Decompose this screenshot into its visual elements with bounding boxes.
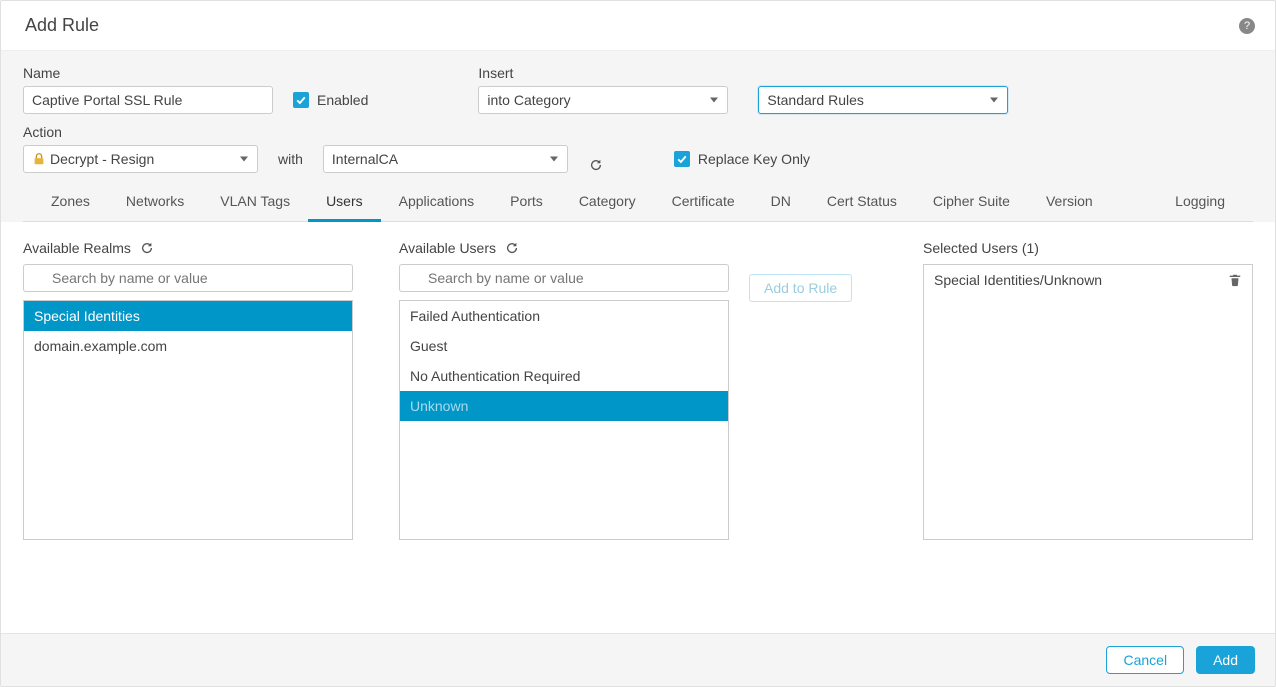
replace-key-label: Replace Key Only	[698, 151, 810, 167]
replace-key-checkbox[interactable]: Replace Key Only	[674, 145, 810, 173]
help-icon[interactable]: ?	[1239, 18, 1255, 34]
tab-applications[interactable]: Applications	[381, 183, 493, 221]
action-label: Action	[23, 124, 258, 140]
name-input[interactable]	[23, 86, 273, 114]
users-refresh-icon[interactable]	[504, 240, 520, 256]
tab-zones[interactable]: Zones	[33, 183, 108, 221]
action-value: Decrypt - Resign	[50, 151, 154, 167]
tab-cert-status[interactable]: Cert Status	[809, 183, 915, 221]
available-realms-col: Available Realms Special Identitiesdomai…	[23, 240, 353, 544]
check-icon	[674, 151, 690, 167]
selected-users-title: Selected Users (1)	[923, 240, 1039, 256]
name-label: Name	[23, 65, 273, 81]
add-button[interactable]: Add	[1196, 646, 1255, 674]
tabs-row: ZonesNetworksVLAN TagsUsersApplicationsP…	[23, 183, 1253, 222]
realms-search-input[interactable]	[23, 264, 353, 292]
list-item[interactable]: Special Identities	[24, 301, 352, 331]
check-icon	[293, 92, 309, 108]
list-item[interactable]: No Authentication Required	[400, 361, 728, 391]
tab-ports[interactable]: Ports	[492, 183, 561, 221]
available-users-col: Available Users Failed AuthenticationGue…	[399, 240, 729, 544]
tab-networks[interactable]: Networks	[108, 183, 202, 221]
tab-category[interactable]: Category	[561, 183, 654, 221]
list-item[interactable]: Guest	[400, 331, 728, 361]
selected-users-col: Selected Users (1) Special Identities/Un…	[923, 240, 1253, 544]
tab-dn[interactable]: DN	[753, 183, 809, 221]
list-item[interactable]: domain.example.com	[24, 331, 352, 361]
trash-icon[interactable]	[1228, 273, 1242, 287]
dialog-body: Name Enabled Insert into Category Standa…	[1, 51, 1275, 222]
tab-cipher-suite[interactable]: Cipher Suite	[915, 183, 1028, 221]
realms-refresh-icon[interactable]	[139, 240, 155, 256]
insert-label: Insert	[478, 65, 1008, 81]
tab-logging[interactable]: Logging	[1157, 183, 1243, 221]
realms-listbox[interactable]: Special Identitiesdomain.example.com	[23, 300, 353, 540]
tab-certificate[interactable]: Certificate	[654, 183, 753, 221]
list-item[interactable]: Unknown	[400, 391, 728, 421]
dialog-footer: Cancel Add	[1, 633, 1275, 686]
insert-value: into Category	[487, 92, 570, 108]
tab-users[interactable]: Users	[308, 183, 381, 221]
enabled-checkbox[interactable]: Enabled	[293, 86, 368, 114]
list-item[interactable]: Failed Authentication	[400, 301, 728, 331]
users-search-input[interactable]	[399, 264, 729, 292]
refresh-icon[interactable]	[588, 157, 604, 173]
available-users-title: Available Users	[399, 240, 496, 256]
selected-entry-label: Special Identities/Unknown	[934, 272, 1102, 288]
users-listbox[interactable]: Failed AuthenticationGuestNo Authenticat…	[399, 300, 729, 540]
selected-users-listbox: Special Identities/Unknown	[923, 264, 1253, 540]
with-label: with	[278, 145, 303, 173]
add-to-rule-button[interactable]: Add to Rule	[749, 274, 852, 302]
tab-content: Available Realms Special Identitiesdomai…	[1, 222, 1275, 562]
dialog-title: Add Rule	[25, 15, 99, 36]
cancel-button[interactable]: Cancel	[1106, 646, 1184, 674]
selected-entry: Special Identities/Unknown	[924, 265, 1252, 295]
tab-version[interactable]: Version	[1028, 183, 1111, 221]
insert-select[interactable]: into Category	[478, 86, 728, 114]
category-select[interactable]: Standard Rules	[758, 86, 1008, 114]
enabled-label: Enabled	[317, 92, 368, 108]
category-value: Standard Rules	[767, 92, 864, 108]
tab-vlan-tags[interactable]: VLAN Tags	[202, 183, 308, 221]
cert-value: InternalCA	[332, 151, 398, 167]
action-select[interactable]: Decrypt - Resign	[23, 145, 258, 173]
available-realms-title: Available Realms	[23, 240, 131, 256]
lock-icon	[32, 152, 46, 166]
dialog-header: Add Rule ?	[1, 1, 1275, 51]
cert-select[interactable]: InternalCA	[323, 145, 568, 173]
